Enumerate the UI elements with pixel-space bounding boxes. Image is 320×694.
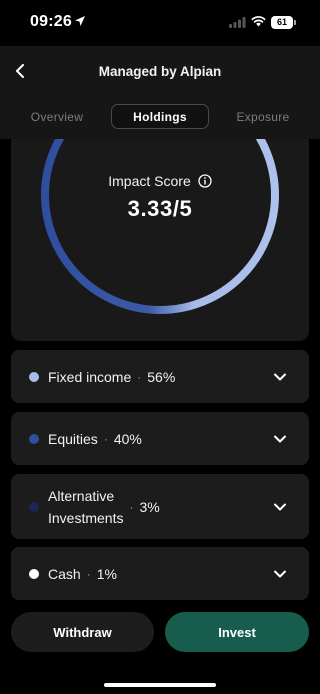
chevron-down-icon[interactable] — [273, 434, 287, 444]
equities-color-dot — [29, 433, 39, 444]
cellular-signal-icon — [229, 17, 246, 28]
allocation-percent: 56% — [147, 368, 176, 385]
chevron-down-icon[interactable] — [273, 569, 287, 579]
allocation-name-line1: Alternative — [48, 487, 115, 504]
separator-dot: · — [86, 566, 91, 581]
separator-dot: · — [137, 369, 142, 384]
impact-score-card: Impact Score 3.33/5 — [11, 139, 309, 341]
tab-exposure[interactable]: Exposure — [214, 104, 312, 129]
allocation-row-cash[interactable]: Cash · 1% — [11, 547, 309, 600]
impact-score-ring — [41, 139, 279, 314]
separator-dot: · — [103, 431, 108, 446]
tab-holdings[interactable]: Holdings — [111, 104, 209, 129]
status-time: 09:26 — [30, 13, 72, 30]
impact-score-label-row: Impact Score — [11, 173, 309, 189]
page-title: Managed by Alpian — [98, 64, 222, 79]
battery-level: 61 — [271, 16, 293, 29]
tab-bar: Overview Holdings Exposure — [8, 104, 312, 129]
allocation-name: Fixed income — [48, 368, 132, 385]
impact-score-label: Impact Score — [108, 173, 191, 189]
wifi-icon — [251, 16, 266, 27]
alternative-investments-color-dot — [29, 501, 39, 512]
withdraw-button[interactable]: Withdraw — [11, 612, 154, 652]
allocation-row-fixed-income[interactable]: Fixed income · 56% — [11, 350, 309, 403]
info-icon[interactable] — [198, 174, 212, 188]
home-indicator — [104, 683, 216, 687]
allocation-row-alternative-investments[interactable]: Alternative Investments · 3% — [11, 474, 309, 539]
invest-button[interactable]: Invest — [165, 612, 309, 652]
allocation-name-line2: Investments — [48, 509, 124, 526]
status-bar: 09:26 61 — [0, 0, 320, 46]
allocation-percent: 40% — [113, 430, 142, 447]
allocation-name: Cash — [48, 565, 81, 582]
allocation-percent: 1% — [96, 565, 117, 582]
location-arrow-icon — [75, 16, 85, 26]
tab-overview[interactable]: Overview — [8, 104, 106, 129]
chevron-down-icon[interactable] — [273, 502, 287, 512]
cash-color-dot — [29, 568, 39, 579]
allocation-percent: 3% — [139, 498, 160, 515]
separator-dot: · — [129, 499, 134, 514]
header: Managed by Alpian Overview Holdings Expo… — [0, 46, 320, 139]
allocation-name: Alternative Investments — [48, 485, 123, 529]
allocation-name: Equities — [48, 430, 98, 447]
impact-score-value: 3.33/5 — [127, 196, 193, 221]
fixed-income-color-dot — [29, 371, 39, 382]
allocation-row-equities[interactable]: Equities · 40% — [11, 412, 309, 465]
battery-tip — [294, 20, 296, 25]
chevron-down-icon[interactable] — [273, 372, 287, 382]
